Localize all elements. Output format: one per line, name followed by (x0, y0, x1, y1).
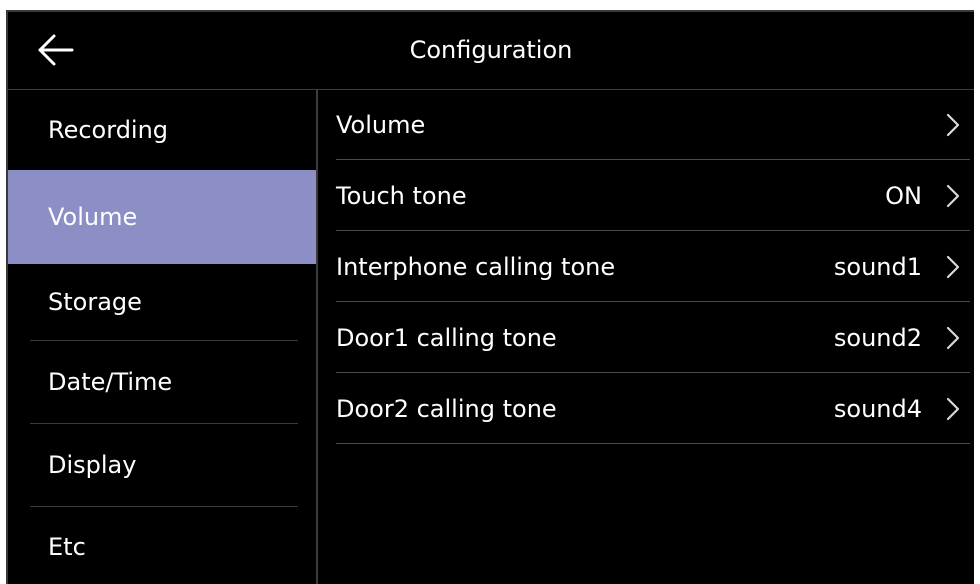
chevron-right-icon (944, 396, 962, 422)
chevron-right-icon (944, 325, 962, 351)
sidebar-item-display[interactable]: Display (8, 424, 316, 506)
sidebar-item-label: Recording (48, 116, 169, 144)
setting-row-door1-calling-tone[interactable]: Door1 calling tone sound2 (336, 303, 970, 373)
setting-row-door2-calling-tone[interactable]: Door2 calling tone sound4 (336, 374, 970, 444)
setting-value: sound4 (833, 394, 922, 423)
setting-label: Interphone calling tone (336, 252, 616, 281)
setting-value: ON (885, 181, 922, 210)
sidebar-item-etc[interactable]: Etc (8, 507, 316, 584)
setting-label: Volume (336, 110, 426, 139)
sidebar-item-label: Display (48, 451, 137, 479)
header-bar: Configuration (8, 12, 974, 90)
sidebar-item-volume[interactable]: Volume (8, 170, 316, 264)
setting-value: sound2 (833, 323, 922, 352)
setting-row-interphone-calling-tone[interactable]: Interphone calling tone sound1 (336, 232, 970, 302)
configuration-screen: Configuration Recording Volume Storage D… (6, 10, 974, 584)
chevron-right-icon (944, 183, 962, 209)
setting-label: Door1 calling tone (336, 323, 557, 352)
sidebar-item-label: Etc (48, 532, 86, 561)
sidebar-item-storage[interactable]: Storage (8, 264, 316, 340)
chevron-right-icon (944, 254, 962, 280)
sidebar: Recording Volume Storage Date/Time Displ… (8, 90, 318, 584)
setting-label: Door2 calling tone (336, 394, 557, 423)
sidebar-item-label: Storage (48, 288, 142, 316)
sidebar-item-label: Volume (48, 203, 138, 231)
sidebar-item-datetime[interactable]: Date/Time (8, 341, 316, 423)
sidebar-item-label: Date/Time (48, 368, 173, 396)
chevron-right-icon (944, 112, 962, 138)
setting-value: sound1 (833, 252, 922, 281)
setting-row-touch-tone[interactable]: Touch tone ON (336, 161, 970, 231)
page-title: Configuration (409, 36, 573, 64)
setting-label: Touch tone (336, 181, 467, 210)
sidebar-item-recording[interactable]: Recording (8, 90, 316, 170)
setting-row-volume[interactable]: Volume (336, 90, 970, 160)
settings-list: Volume Touch tone ON Interphone calling … (318, 90, 974, 584)
